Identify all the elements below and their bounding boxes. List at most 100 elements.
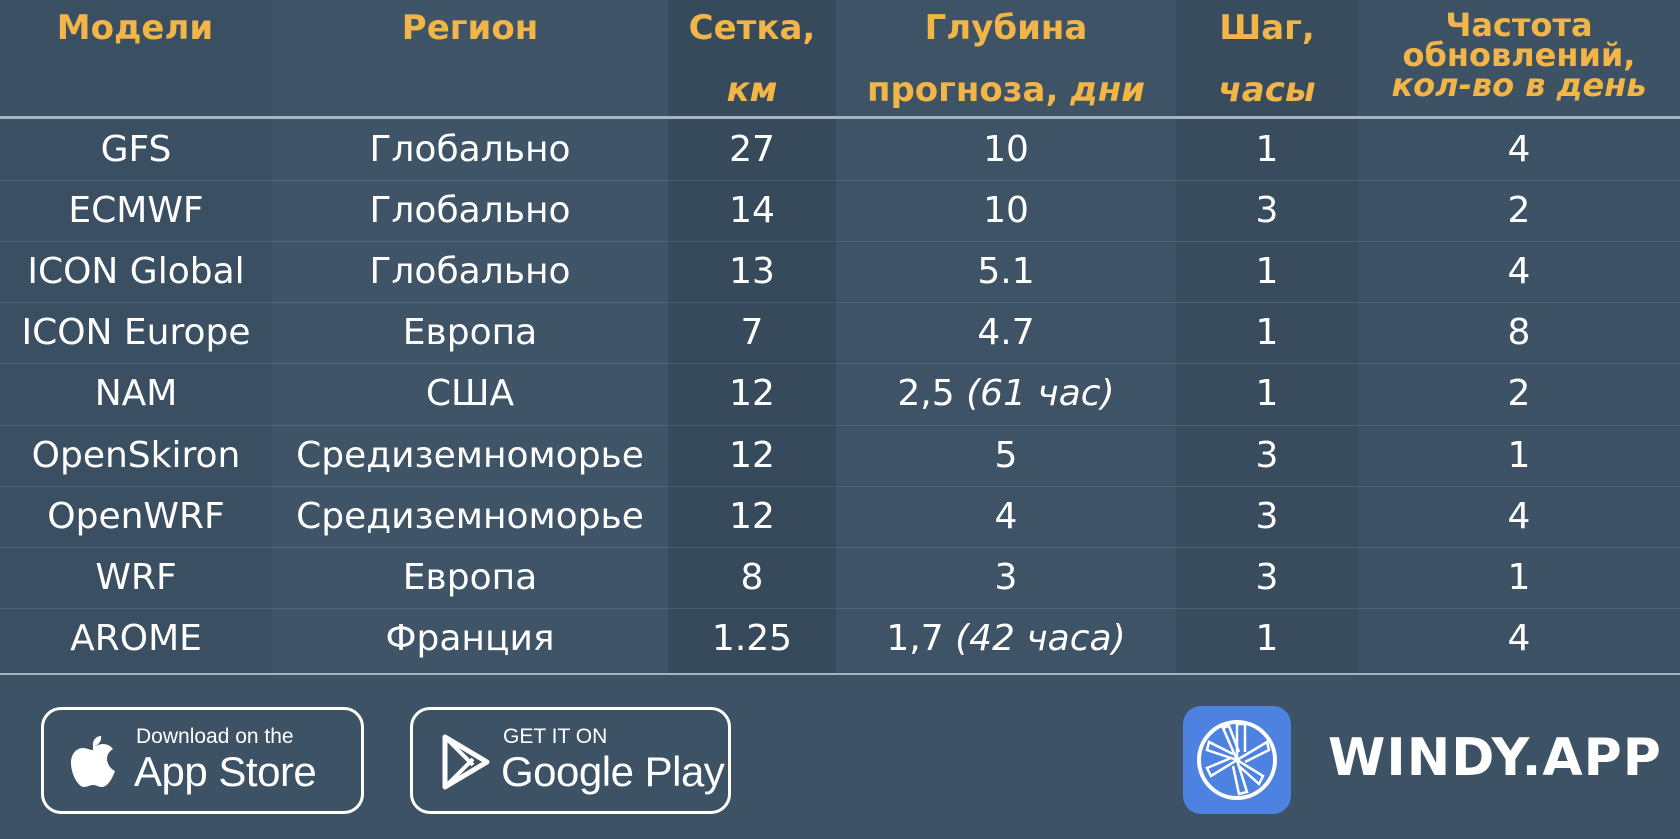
cell-region: Глобально [369,129,571,170]
header-region: Регион [401,8,539,48]
depth-value: 10 [983,190,1029,232]
cell-depth: 4.7 [836,302,1176,363]
cell-step: 3 [1255,434,1279,476]
cell-region: Европа [402,312,538,354]
cell-frequency: 4 [1507,495,1531,537]
cell-depth: 5.1 [836,241,1176,302]
cell-model: ECMWF [68,190,204,232]
cell-model: OpenSkiron [31,434,241,476]
cell-grid: 12 [729,495,775,537]
table-row: AROME Франция 1.25 1,7 (42 часа) 1 4 [0,608,1680,669]
cell-grid: 13 [729,251,775,293]
cell-depth: 1,7 (42 часа) [836,608,1176,669]
cell-grid: 14 [729,190,775,232]
header-grid: Сетка, км [676,10,828,108]
table-row: ICON Global Глобально 13 5.1 1 4 [0,241,1680,302]
cell-grid: 12 [729,373,775,415]
cell-step: 3 [1255,190,1279,232]
header-grid-line2: км [726,70,778,110]
cell-step: 1 [1255,129,1279,170]
windy-logo-icon [1197,720,1277,800]
cell-frequency: 4 [1507,251,1531,293]
cell-grid: 7 [740,312,764,354]
cell-frequency: 4 [1507,129,1531,170]
cell-step: 1 [1255,617,1279,659]
cell-grid: 8 [740,556,764,598]
cell-grid: 1.25 [711,617,793,659]
cell-model: NAM [94,373,178,415]
cell-step: 1 [1255,373,1279,415]
table-row: WRF Европа 8 3 3 1 [0,547,1680,608]
cell-model: ICON Global [27,251,245,293]
cell-region: Европа [402,556,538,598]
brand-name: WINDY.APP [1328,728,1662,788]
app-store-small-text: Download on the [136,725,294,748]
cell-model: OpenWRF [47,495,225,537]
app-store-big-text: App Store [134,748,317,795]
google-play-button[interactable]: GET IT ON Google Play [410,707,731,814]
cell-region: Глобально [369,251,571,293]
app-store-button[interactable]: Download on the App Store [41,707,364,814]
depth-value: 4 [994,495,1018,537]
header-depth-line2a: прогноза, [866,70,1059,110]
cell-depth: 3 [836,547,1176,608]
cell-frequency: 1 [1507,556,1531,598]
cell-frequency: 2 [1507,373,1531,415]
row-divider [0,180,1680,182]
cell-region: Средиземноморье [296,495,644,537]
cell-depth: 2,5 (61 час) [836,363,1176,424]
cell-depth: 4 [836,486,1176,547]
depth-value: 1,7 [886,617,944,659]
header-depth: Глубина прогноза, дни [836,10,1176,108]
header-freq-line3: кол-во в день [1391,66,1647,104]
header-step: Шаг, часы [1176,10,1358,108]
depth-value: 5 [994,434,1018,476]
row-divider [0,485,1680,487]
row-divider [0,424,1680,426]
row-divider [0,363,1680,365]
cell-region: Средиземноморье [296,434,644,476]
header-depth-line2b: дни [1070,70,1146,110]
table-row: OpenSkiron Средиземноморье 12 5 3 1 [0,425,1680,486]
depth-value: 10 [983,129,1029,170]
depth-value: 3 [994,556,1018,598]
google-play-big-text: Google Play [501,748,725,795]
cell-frequency: 2 [1507,190,1531,232]
cell-depth: 10 [836,180,1176,241]
footer-divider [0,673,1680,675]
row-divider [0,302,1680,304]
header-step-line1: Шаг, [1219,8,1315,48]
cell-region: США [425,373,515,415]
table-row: ECMWF Глобально 14 10 3 2 [0,180,1680,241]
cell-frequency: 1 [1507,434,1531,476]
cell-region: Франция [385,617,555,659]
table-row: OpenWRF Средиземноморье 12 4 3 4 [0,486,1680,547]
google-play-icon [442,734,490,790]
depth-value: 2,5 [897,373,955,415]
table-row: NAM США 12 2,5 (61 час) 1 2 [0,363,1680,424]
depth-value: 4.7 [977,312,1035,354]
models-table: Модели Регион Сетка, км Глубина прогноза… [0,0,1680,675]
header-frequency: Частота обновлений, кол-во в день [1358,9,1680,104]
header-model: Модели [56,8,214,48]
cell-model: AROME [70,617,202,659]
cell-model: ICON Europe [21,312,251,354]
row-divider [0,546,1680,548]
cell-step: 1 [1255,312,1279,354]
cell-model: WRF [95,556,177,598]
depth-note: (61 час) [966,373,1115,415]
table-row: ICON Europe Европа 7 4.7 1 8 [0,302,1680,363]
header-grid-line1: Сетка, [688,8,816,48]
cell-model: GFS [100,129,172,170]
depth-value: 5.1 [977,251,1035,293]
row-divider [0,607,1680,609]
cell-frequency: 8 [1507,312,1531,354]
google-play-small-text: GET IT ON [503,725,608,748]
cell-depth: 10 [836,119,1176,180]
windy-logo[interactable] [1183,706,1291,814]
cell-grid: 12 [729,434,775,476]
cell-step: 3 [1255,495,1279,537]
cell-step: 1 [1255,251,1279,293]
cell-grid: 27 [729,129,775,170]
cell-depth: 5 [836,425,1176,486]
